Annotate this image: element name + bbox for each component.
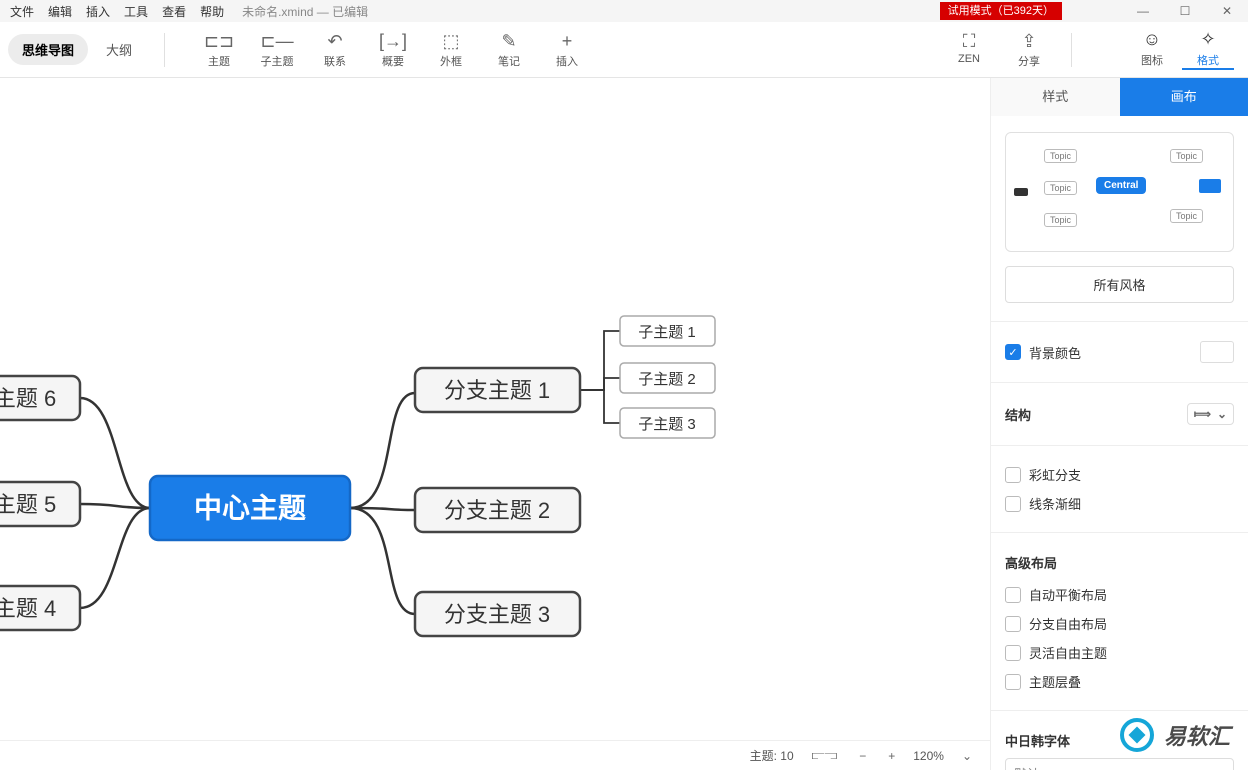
bgcolor-checkbox[interactable]: ✓: [1005, 344, 1021, 360]
undo-icon: ↶: [327, 31, 342, 51]
menu-tools[interactable]: 工具: [124, 3, 148, 20]
boundary-button[interactable]: ⬚外框: [423, 31, 479, 69]
topic-icon: ⊏⊐: [204, 31, 234, 51]
note-button[interactable]: ✎笔记: [481, 31, 537, 69]
topic-count: 10: [780, 749, 793, 763]
free-branch-checkbox[interactable]: [1005, 616, 1021, 632]
subtopic-1[interactable]: 子主题 1: [638, 324, 696, 341]
rainbow-checkbox[interactable]: [1005, 467, 1021, 483]
menu-insert[interactable]: 插入: [86, 3, 110, 20]
preview-topic: Topic: [1044, 213, 1077, 227]
bgcolor-chip[interactable]: [1200, 341, 1234, 363]
menu-edit[interactable]: 编辑: [48, 3, 72, 20]
zoom-level[interactable]: 120%: [913, 749, 944, 763]
overlap-checkbox[interactable]: [1005, 674, 1021, 690]
watermark: 易软汇: [1120, 718, 1230, 752]
theme-preview[interactable]: Topic Topic Topic Central Topic Topic: [1005, 132, 1234, 252]
topic-4[interactable]: 主题 4: [0, 596, 56, 621]
zen-icon: ⛶: [963, 31, 976, 51]
topic-6[interactable]: 主题 6: [0, 386, 56, 411]
titlebar: 文件 编辑 插入 工具 查看 帮助 未命名.xmind — 已编辑 试用模式（已…: [0, 0, 1248, 22]
window-maximize-button[interactable]: ☐: [1164, 4, 1206, 18]
bgcolor-label: 背景颜色: [1029, 343, 1081, 362]
advanced-layout-title: 高级布局: [1005, 547, 1234, 580]
zen-button[interactable]: ⛶ZEN: [941, 31, 997, 69]
watermark-text: 易软汇: [1164, 719, 1230, 751]
panel-tab-canvas[interactable]: 画布: [1120, 78, 1248, 116]
watermark-icon: [1120, 718, 1154, 752]
subtopic-2[interactable]: 子主题 2: [638, 371, 696, 388]
document-name: 未命名.xmind — 已编辑: [242, 3, 368, 20]
window-close-button[interactable]: ✕: [1206, 4, 1248, 18]
cjk-font-select[interactable]: 默认: [1005, 758, 1234, 770]
summary-button[interactable]: [→]概要: [365, 31, 421, 69]
topic-count-label: 主题:: [750, 749, 777, 763]
subtopic-button[interactable]: ⊏—子主题: [249, 31, 305, 69]
structure-select[interactable]: ⟾⌄: [1187, 403, 1234, 425]
auto-balance-label: 自动平衡布局: [1029, 585, 1107, 604]
free-branch-label: 分支自由布局: [1029, 614, 1107, 633]
window-minimize-button[interactable]: —: [1122, 4, 1164, 18]
subtopic-icon: ⊏—: [260, 31, 293, 51]
boundary-icon: ⬚: [443, 31, 460, 51]
structure-icon: ⟾: [1194, 407, 1211, 421]
preview-topic: Topic: [1044, 181, 1077, 195]
icons-panel-button[interactable]: ☺图标: [1126, 29, 1178, 70]
auto-balance-checkbox[interactable]: [1005, 587, 1021, 603]
note-icon: ✎: [501, 31, 516, 51]
rainbow-label: 彩虹分支: [1029, 465, 1081, 484]
all-styles-button[interactable]: 所有风格: [1005, 266, 1234, 303]
view-outline-tab[interactable]: 大纲: [92, 34, 146, 65]
status-bar: 主题: 10 ⫍⫎ − + 120% ⌄: [0, 740, 990, 770]
preview-central: Central: [1096, 177, 1146, 194]
menu-view[interactable]: 查看: [162, 3, 186, 20]
preview-topic: Topic: [1170, 149, 1203, 163]
insert-icon: +: [562, 31, 573, 51]
relation-button[interactable]: ↶联系: [307, 31, 363, 69]
free-topic-checkbox[interactable]: [1005, 645, 1021, 661]
overlap-label: 主题层叠: [1029, 672, 1081, 691]
subtopic-3[interactable]: 子主题 3: [638, 416, 696, 433]
format-panel-button[interactable]: ✧格式: [1182, 29, 1234, 70]
share-button[interactable]: ⇪分享: [1001, 31, 1057, 69]
toolbar-separator: [1071, 33, 1072, 67]
zoom-in-button[interactable]: +: [884, 749, 899, 763]
branch-2[interactable]: 分支主题 2: [444, 498, 550, 523]
brush-icon: ✧: [1200, 29, 1215, 50]
branch-1[interactable]: 分支主题 1: [444, 378, 550, 403]
share-icon: ⇪: [1021, 31, 1036, 51]
smile-icon: ☺: [1143, 29, 1161, 50]
summary-icon: [→]: [379, 31, 407, 51]
preview-topic: Topic: [1170, 209, 1203, 223]
chevron-down-icon: ⌄: [1217, 407, 1227, 421]
center-topic[interactable]: 中心主题: [194, 492, 306, 523]
preview-subtopic-icon: [1199, 179, 1221, 193]
toolbar: 思维导图 大纲 ⊏⊐主题 ⊏—子主题 ↶联系 [→]概要 ⬚外框 ✎笔记 +插入…: [0, 22, 1248, 78]
branch-3[interactable]: 分支主题 3: [444, 602, 550, 627]
canvas-area[interactable]: 中心主题 主题 6 主题 5 主题 4 分支主题 1 分支主题 2 分支主题 3…: [0, 78, 990, 740]
format-panel: 样式 画布 Topic Topic Topic Central Topic To…: [990, 78, 1248, 770]
tapered-checkbox[interactable]: [1005, 496, 1021, 512]
topic-5[interactable]: 主题 5: [0, 492, 56, 517]
preview-topic: Topic: [1044, 149, 1077, 163]
menu-file[interactable]: 文件: [10, 3, 34, 20]
panel-tab-style[interactable]: 样式: [991, 78, 1120, 116]
toolbar-separator: [164, 33, 165, 67]
zoom-out-button[interactable]: −: [855, 749, 870, 763]
topic-button[interactable]: ⊏⊐主题: [191, 31, 247, 69]
tapered-label: 线条渐细: [1029, 494, 1081, 513]
structure-label: 结构: [1005, 405, 1031, 424]
trial-badge[interactable]: 试用模式（已392天）: [940, 2, 1062, 20]
zoom-dropdown-button[interactable]: ⌄: [958, 749, 976, 763]
preview-root-icon: [1014, 188, 1028, 196]
insert-button[interactable]: +插入: [539, 31, 595, 69]
free-topic-label: 灵活自由主题: [1029, 643, 1107, 662]
menu-help[interactable]: 帮助: [200, 3, 224, 20]
minimap-button[interactable]: ⫍⫎: [808, 748, 842, 763]
view-mindmap-tab[interactable]: 思维导图: [8, 34, 88, 65]
